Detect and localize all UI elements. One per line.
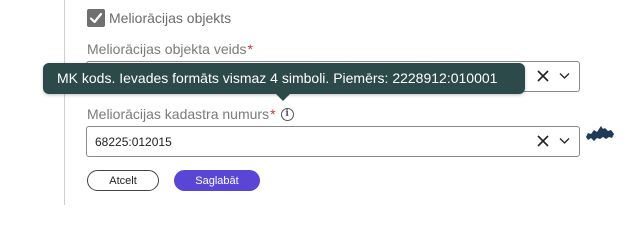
checkbox-label: Meliorācijas objekts bbox=[109, 10, 232, 26]
save-button[interactable]: Saglabāt bbox=[174, 170, 260, 191]
cancel-button[interactable]: Atcelt bbox=[87, 170, 159, 191]
required-mark: * bbox=[270, 106, 276, 122]
tooltip-arrow bbox=[276, 94, 290, 101]
latvia-map-icon[interactable] bbox=[585, 124, 615, 144]
melioration-object-checkbox-row[interactable]: Meliorācijas objekts bbox=[87, 9, 231, 27]
cadastre-label-text: Meliorācijas kadastra numurs bbox=[87, 106, 270, 122]
format-tooltip: MK kods. Ievades formāts vismaz 4 simbol… bbox=[43, 63, 525, 94]
left-divider bbox=[64, 0, 65, 205]
required-mark: * bbox=[247, 41, 253, 57]
object-type-label: Meliorācijas objekta veids * bbox=[87, 41, 253, 57]
chevron-down-icon[interactable] bbox=[559, 72, 570, 80]
info-icon[interactable]: i bbox=[280, 107, 294, 121]
close-icon[interactable] bbox=[536, 69, 550, 83]
checkmark-icon bbox=[89, 12, 103, 24]
cadastre-value: 68225:012015 bbox=[95, 135, 172, 149]
object-type-label-text: Meliorācijas objekta veids bbox=[87, 41, 247, 57]
melioration-object-checkbox[interactable] bbox=[87, 9, 105, 27]
cadastre-label: Meliorācijas kadastra numurs * i bbox=[87, 106, 294, 122]
chevron-down-icon[interactable] bbox=[559, 137, 570, 145]
close-icon[interactable] bbox=[536, 134, 550, 148]
cadastre-select[interactable]: 68225:012015 bbox=[86, 126, 580, 157]
